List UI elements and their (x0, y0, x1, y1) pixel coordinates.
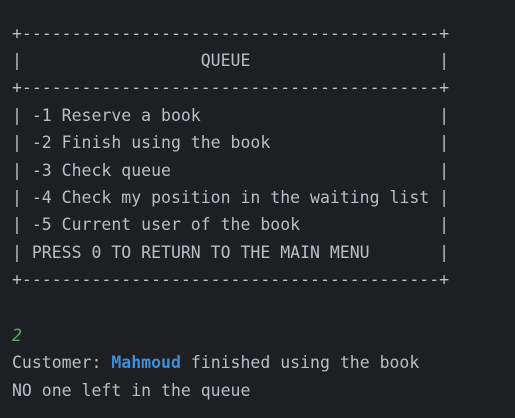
menu-item-check-queue: | -3 Check queue | (12, 161, 450, 180)
console-output: +---------------------------------------… (0, 0, 515, 418)
menu-item-reserve: | -1 Reserve a book | (12, 106, 450, 125)
menu-item-check-position: | -4 Check my position in the waiting li… (12, 188, 450, 207)
menu-title: | QUEUE | (12, 51, 450, 70)
customer-name: Mahmoud (111, 353, 181, 372)
menu-border-top: +---------------------------------------… (12, 24, 450, 43)
menu-item-return-main: | PRESS 0 TO RETURN TO THE MAIN MENU | (12, 243, 450, 262)
menu-item-current-user: | -5 Current user of the book | (12, 215, 450, 234)
output-status-line: NO one left in the queue (12, 381, 251, 400)
user-input-echo: 2 (12, 326, 22, 345)
output-prefix: Customer: (12, 353, 112, 372)
menu-border-bottom: +---------------------------------------… (12, 270, 450, 289)
output-suffix: finished using the book (180, 353, 420, 372)
menu-item-finish: | -2 Finish using the book | (12, 133, 450, 152)
menu-border-mid: +---------------------------------------… (12, 78, 450, 97)
output-finished-line: Customer: Mahmoud finished using the boo… (12, 353, 419, 373)
